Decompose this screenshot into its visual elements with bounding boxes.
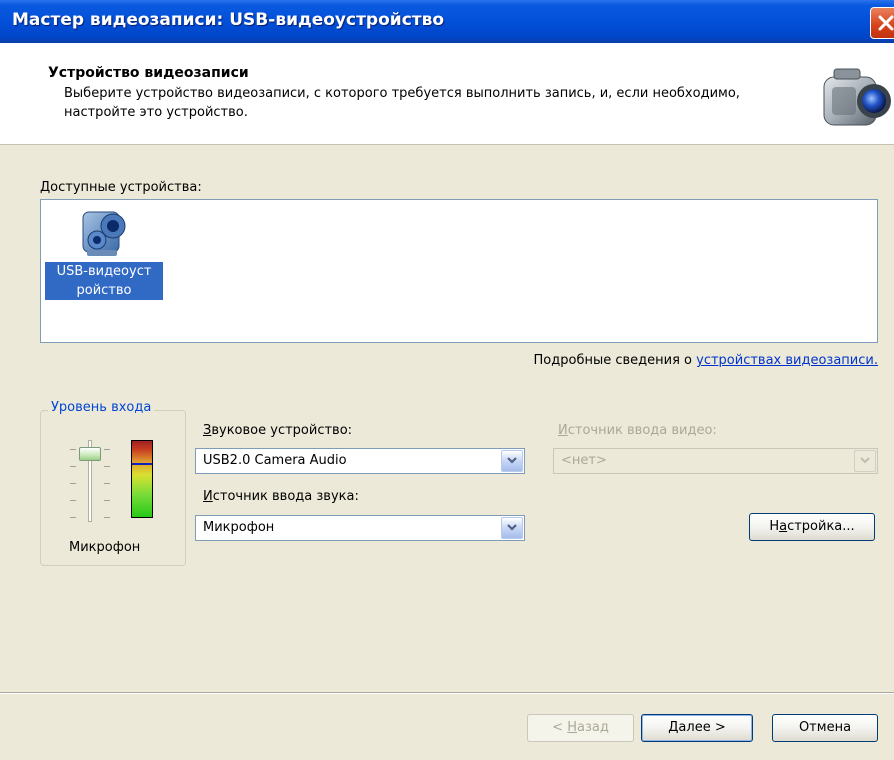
audio-source-label: Источник ввода звука:	[203, 489, 359, 504]
close-button[interactable]	[870, 7, 894, 39]
webcam-icon	[82, 211, 126, 256]
meter-level-line	[132, 463, 152, 465]
chevron-down-icon	[507, 524, 517, 531]
input-level-slider-thumb[interactable]	[79, 447, 101, 461]
video-source-dropdown-button[interactable]	[854, 450, 876, 472]
next-button[interactable]: Далее >	[641, 714, 753, 742]
slider-tick	[70, 517, 76, 518]
slider-tick	[70, 500, 76, 501]
video-source-label: Источник ввода видео:	[558, 423, 717, 438]
slider-tick	[104, 500, 110, 501]
video-devices-link[interactable]: устройствах видеозаписи.	[696, 353, 878, 368]
device-list[interactable]: USB-видеоуст ройство	[40, 199, 878, 343]
slider-tick	[104, 517, 110, 518]
window-title: Мастер видеозаписи: USB-видеоустройство	[12, 10, 445, 30]
input-level-legend: Уровень входа	[48, 400, 155, 415]
bottom-separator-highlight	[0, 693, 894, 694]
device-label: USB-видеоуст ройство	[45, 262, 163, 300]
close-icon	[878, 15, 894, 31]
audio-source-select[interactable]: Микрофон	[195, 515, 525, 541]
slider-tick	[70, 466, 76, 467]
video-camera-icon	[823, 68, 891, 126]
header-description: Выберите устройство видеозаписи, с котор…	[64, 86, 740, 120]
slider-tick	[104, 466, 110, 467]
back-button[interactable]: < Назад	[527, 714, 634, 742]
audio-source-dropdown-button[interactable]	[501, 517, 523, 539]
chevron-down-icon	[507, 457, 517, 464]
chevron-down-icon	[860, 457, 870, 464]
wizard-header: Устройство видеозаписи Выберите устройст…	[0, 43, 894, 145]
slider-tick	[70, 483, 76, 484]
available-devices-label: Доступные устройства:	[40, 180, 202, 195]
audio-device-label: Звуковое устройство:	[203, 423, 353, 438]
slider-tick	[70, 449, 76, 450]
audio-device-dropdown-button[interactable]	[501, 450, 523, 472]
slider-tick	[104, 483, 110, 484]
audio-device-select[interactable]: USB2.0 Camera Audio	[195, 448, 525, 474]
header-title: Устройство видеозаписи	[48, 65, 249, 81]
video-source-select[interactable]: <нет>	[553, 448, 878, 474]
title-bar[interactable]: Мастер видеозаписи: USB-видеоустройство	[0, 0, 894, 43]
input-source-label: Микрофон	[69, 540, 141, 555]
details-text: Подробные сведения о устройствах видеоза…	[533, 353, 878, 368]
settings-button[interactable]: Настройка...	[749, 513, 875, 541]
slider-tick	[104, 449, 110, 450]
cancel-button[interactable]: Отмена	[772, 714, 878, 742]
input-level-meter	[131, 440, 153, 518]
